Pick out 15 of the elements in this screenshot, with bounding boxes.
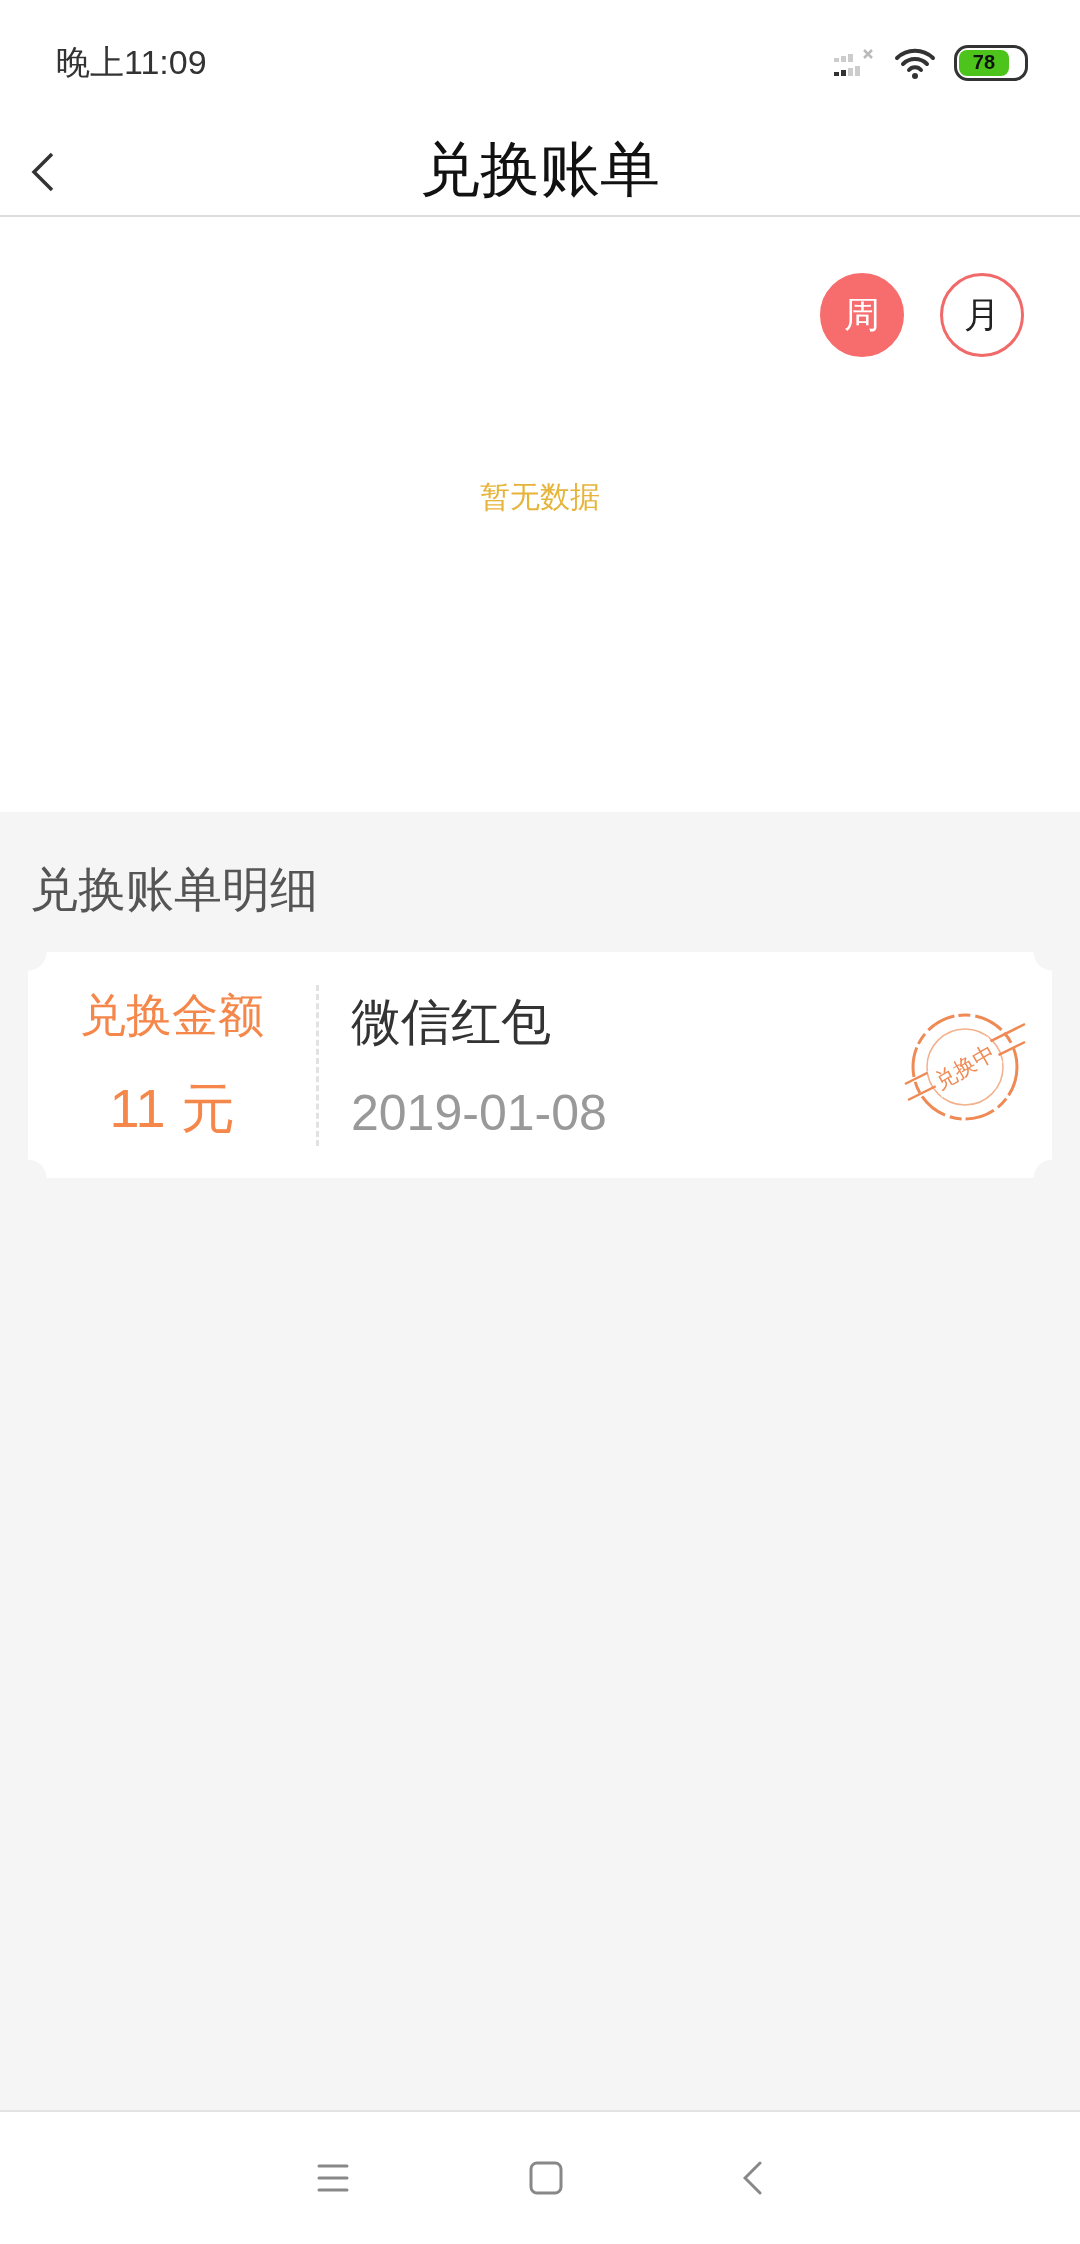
record-date: 2019-01-08 (351, 1083, 607, 1142)
signal-icon (834, 47, 876, 78)
stamp-label: 兑换中 (927, 1036, 1003, 1098)
home-icon[interactable] (529, 2161, 563, 2195)
section-title: 兑换账单明细 (30, 863, 318, 916)
page-title: 兑换账单 (420, 135, 660, 203)
period-tab[interactable]: 月 (940, 273, 1024, 357)
menu-icon[interactable] (317, 2163, 349, 2193)
record-name: 微信红包 (351, 992, 552, 1052)
status-time: 晚上11:09 (56, 41, 207, 83)
amount-value: 11 元 (109, 1076, 235, 1140)
record-card[interactable]: 兑换金额 11 元 微信红包 2019-01-08 兑换中 (28, 952, 1052, 1178)
battery-icon: 78 (954, 44, 1028, 81)
empty-message: 暂无数据 (480, 480, 600, 513)
amount-label: 兑换金额 (80, 987, 264, 1043)
